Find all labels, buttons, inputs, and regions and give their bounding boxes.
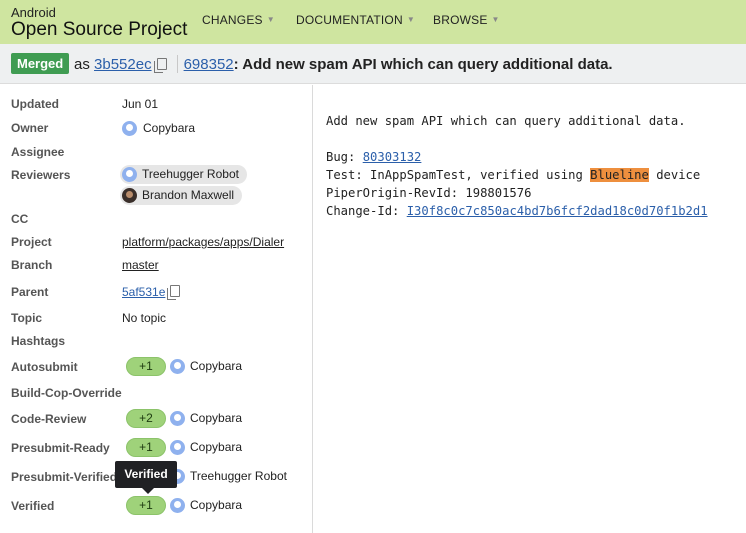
reviewers-label: Reviewers	[11, 168, 71, 182]
nav-changes-label: CHANGES	[202, 13, 263, 27]
reviewer-chip[interactable]: Brandon Maxwell	[120, 186, 243, 205]
avatar	[170, 498, 185, 513]
change-subject: : Add new spam API which can query addit…	[233, 56, 613, 73]
reviewer-chip[interactable]: Treehugger Robot	[120, 165, 247, 184]
avatar	[170, 411, 185, 426]
test-suffix: device	[648, 168, 701, 182]
owner-name: Copybara	[143, 121, 196, 135]
brand-android[interactable]: Android	[11, 5, 56, 20]
change-number-link[interactable]: 698352	[184, 56, 234, 73]
voter[interactable]: Copybara	[168, 496, 242, 515]
owner-chip[interactable]: Copybara	[120, 119, 203, 138]
avatar	[122, 188, 137, 203]
top-header: Android Open Source Project CHANGES ▼ DOC…	[0, 0, 746, 44]
voter-name: Treehugger Robot	[190, 469, 287, 483]
change-title-line: as 3b552ec 698352: Add new spam API which…	[74, 55, 613, 73]
branch-label: Branch	[11, 258, 53, 272]
branch-link[interactable]: master	[122, 258, 159, 272]
nav-browse-label: BROWSE	[433, 13, 488, 27]
nav-changes[interactable]: CHANGES ▼	[202, 13, 275, 27]
voter[interactable]: Treehugger Robot	[168, 467, 287, 486]
copy-icon[interactable]	[153, 58, 167, 73]
project-label: Project	[11, 235, 52, 249]
vote-chip[interactable]: +1	[126, 357, 166, 376]
change-id-line: Change-Id: I30f8c0c7c850ac4bd7b6fcf2dad1…	[326, 202, 708, 220]
project-link[interactable]: platform/packages/apps/Dialer	[122, 235, 284, 249]
avatar	[170, 359, 185, 374]
hashtags-label: Hashtags	[11, 334, 66, 348]
avatar	[170, 440, 185, 455]
bug-link[interactable]: 80303132	[363, 150, 422, 164]
voter-name: Copybara	[190, 498, 243, 512]
nav-browse[interactable]: BROWSE ▼	[433, 13, 500, 27]
change-id-prefix: Change-Id:	[326, 204, 407, 218]
label-name: Verified	[11, 499, 55, 513]
reviewer-name: Brandon Maxwell	[142, 188, 235, 202]
reviewer-name: Treehugger Robot	[142, 167, 239, 181]
change-header: Merged as 3b552ec 698352: Add new spam AP…	[0, 44, 746, 84]
parent-label: Parent	[11, 285, 49, 299]
voter[interactable]: Copybara	[168, 409, 242, 428]
as-text: as	[74, 56, 90, 73]
chevron-down-icon: ▼	[491, 15, 500, 24]
vote-chip[interactable]: +1	[126, 438, 166, 457]
cc-label: CC	[11, 212, 29, 226]
vote-chip[interactable]: +1	[126, 496, 166, 515]
brand-title[interactable]: Open Source Project	[11, 19, 187, 41]
label-name: Presubmit-Verified	[11, 470, 118, 484]
verified-tooltip: Verified	[115, 461, 177, 494]
voter[interactable]: Copybara	[168, 357, 242, 376]
bug-prefix: Bug:	[326, 150, 363, 164]
topic-label: Topic	[11, 311, 43, 325]
piper-line: PiperOrigin-RevId: 198801576	[326, 186, 532, 200]
parent-value: 5af531e	[122, 285, 184, 300]
commit-subject: Add new spam API which can query additio…	[326, 114, 686, 128]
label-name: Presubmit-Ready	[11, 441, 110, 455]
bug-line: Bug: 80303132	[326, 148, 708, 166]
test-prefix: Test: InAppSpamTest, verified using	[326, 168, 591, 182]
updated-label: Updated	[11, 97, 59, 111]
voter-name: Copybara	[190, 359, 243, 373]
nav-documentation[interactable]: DOCUMENTATION ▼	[296, 13, 415, 27]
voter[interactable]: Copybara	[168, 438, 242, 457]
label-name: Autosubmit	[11, 360, 78, 374]
change-id-link[interactable]: I30f8c0c7c850ac4bd7b6fcf2dad18c0d70f1b2d…	[407, 204, 708, 218]
avatar	[122, 167, 137, 182]
search-highlight: Blueline	[590, 168, 649, 182]
label-name: Code-Review	[11, 412, 87, 426]
status-badge: Merged	[11, 53, 70, 74]
test-line: Test: InAppSpamTest, verified using Blue…	[326, 166, 708, 184]
nav-documentation-label: DOCUMENTATION	[296, 13, 403, 27]
voter-name: Copybara	[190, 440, 243, 454]
commit-message: Add new spam API which can query additio…	[326, 112, 708, 220]
vote-chip[interactable]: +2	[126, 409, 166, 428]
assignee-label: Assignee	[11, 145, 65, 159]
voter-name: Copybara	[190, 411, 243, 425]
chevron-down-icon: ▼	[266, 15, 275, 24]
parent-link[interactable]: 5af531e	[122, 285, 165, 299]
owner-label: Owner	[11, 121, 49, 135]
commit-hash-link[interactable]: 3b552ec	[94, 56, 152, 73]
chevron-down-icon: ▼	[406, 15, 415, 24]
label-name: Build-Cop-Override	[11, 386, 122, 400]
avatar	[122, 121, 137, 136]
updated-value: Jun 01	[122, 97, 159, 111]
divider	[176, 55, 178, 73]
topic-value[interactable]: No topic	[122, 311, 166, 325]
copy-icon[interactable]	[167, 285, 181, 300]
